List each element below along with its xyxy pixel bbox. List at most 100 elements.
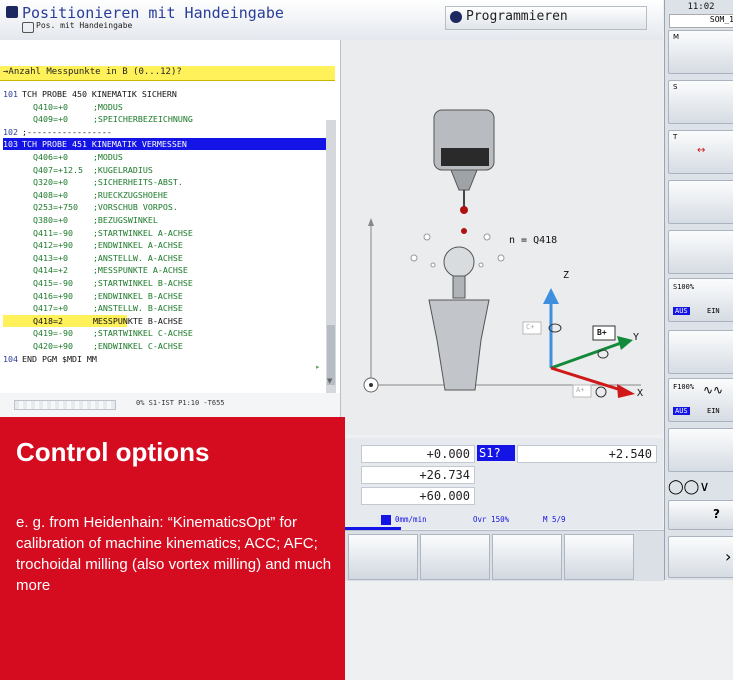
softkey-s[interactable]: S — [668, 80, 733, 124]
line-text: Q414=+2 ;MESSPUNKTE A-ACHSE — [33, 265, 188, 276]
spindle-aus: AUS — [673, 307, 690, 315]
override-value: Ovr 150% — [473, 515, 510, 524]
line-text: Q419=-90 ;STARTWINKEL C-ACHSE — [33, 328, 193, 339]
program-line[interactable]: Q253=+750 ;VORSCHUB VORPOS. — [3, 201, 178, 213]
program-line[interactable]: Q410=+0 ;MODUS — [3, 101, 123, 113]
vertical-softkeys: 11:02 SOM_1 M S T ↔ S100% AUS EIN F100% ∿… — [664, 0, 733, 580]
input-prompt-text: →Anzahl Messpunkte in B (0...12)? — [3, 67, 182, 77]
line-text: Q420=+90 ;ENDWINKEL C-ACHSE — [33, 341, 183, 351]
position-display: +0.000 S1? +2.540 +26.734 +60.000 — [341, 438, 663, 513]
programming-icon — [450, 11, 462, 23]
next-key[interactable]: › — [668, 536, 733, 578]
help-key[interactable]: ? — [668, 500, 733, 530]
axis-value-1: +0.000 — [361, 445, 475, 463]
kinematics-illustration — [363, 109, 641, 398]
input-prompt[interactable]: →Anzahl Messpunkte in B (0...12)? — [0, 66, 335, 81]
softkey-empty-2[interactable] — [668, 230, 733, 274]
line-text: Q253=+750 ;VORSCHUB VORPOS. — [33, 202, 178, 213]
status-text: 0% S1-IST P1:10 -T655 — [136, 399, 225, 407]
program-scroll-thumb[interactable] — [327, 325, 335, 385]
program-line[interactable]: Q414=+2 ;MESSPUNKTE A-ACHSE — [3, 264, 188, 276]
scroll-up-icon[interactable]: ◯◯∨ — [668, 479, 710, 495]
program-line[interactable]: Q418=2 MESSPUNKTE B-ACHSE — [3, 314, 183, 327]
softkey-h3[interactable] — [492, 534, 562, 580]
softkey-empty-3[interactable] — [668, 330, 733, 374]
card-body: e. g. from Heidenhain: “KinematicsOpt” f… — [16, 514, 332, 594]
program-line[interactable]: 104 END PGM $MDI MM — [3, 353, 97, 365]
program-line[interactable]: 103 TCH PROBE 451 KINEMATIK VERMESSEN — [3, 138, 329, 151]
line-text: Q409=+0 ;SPEICHERBEZEICHNUNG — [33, 114, 193, 125]
axis-value-2: +26.734 — [361, 466, 475, 484]
axis-z-label: Z — [563, 270, 570, 281]
n-label: n = Q418 — [509, 235, 558, 246]
line-text: Q408=+0 ;RUECKZUGSHOEHE — [33, 189, 168, 200]
a-plus-label: A+ — [576, 386, 585, 394]
line-more-icon: ▸ — [316, 363, 320, 371]
feed-value: 0mm/min — [395, 515, 427, 524]
line-text: Q415=-90 ;STARTWINKEL B-ACHSE — [33, 278, 193, 288]
spindle-override-key[interactable]: S100% AUS EIN — [668, 278, 733, 322]
program-line[interactable]: Q420=+90 ;ENDWINKEL C-ACHSE — [3, 340, 183, 352]
program-line[interactable]: Q417=+0 ;ANSTELLW. B-ACHSE — [3, 302, 183, 314]
program-line[interactable]: Q416=+90 ;ENDWINKEL B-ACHSE — [3, 290, 183, 302]
line-text: Q320=+0 ;SICHERHEITS-ABST. — [33, 177, 183, 188]
spindle-override-label: S100% — [673, 283, 695, 291]
program-line[interactable]: Q407=+12.5 ;KUGELRADIUS — [3, 164, 153, 176]
program-line[interactable]: Q408=+0 ;RUECKZUGSHOEHE — [3, 189, 168, 201]
line-text: TCH PROBE 450 KINEMATIK SICHERN — [22, 89, 177, 99]
spindle-label: S1? — [477, 445, 515, 461]
status-bar: 0% S1-IST P1:10 -T655 — [0, 393, 341, 418]
program-line[interactable]: 102 ;----------------- — [3, 126, 112, 138]
program-line[interactable]: Q412=+90 ;ENDWINKEL A-ACHSE — [3, 239, 183, 251]
program-line[interactable]: Q419=-90 ;STARTWINKEL C-ACHSE — [3, 327, 193, 339]
line-text: Q416=+90 ;ENDWINKEL B-ACHSE — [33, 290, 183, 301]
program-line[interactable]: 101 TCH PROBE 450 KINEMATIK SICHERN — [3, 88, 177, 100]
line-text: Q412=+90 ;ENDWINKEL A-ACHSE — [33, 240, 183, 251]
feed-aus: AUS — [673, 407, 690, 415]
line-text: TCH PROBE 451 KINEMATIK VERMESSEN — [22, 139, 187, 150]
card-title: Control options — [16, 437, 210, 467]
program-line[interactable]: Q413=+0 ;ANSTELLW. A-ACHSE — [3, 252, 183, 264]
program-line[interactable]: Q320=+0 ;SICHERHEITS-ABST. — [3, 176, 183, 188]
m-code-value: M 5/9 — [543, 515, 566, 524]
info-card: Control options e. g. from Heidenhain: “… — [0, 417, 345, 680]
softkey-empty-4[interactable] — [668, 428, 733, 472]
kinematics-graphic: n = Q418 Z Y X C+ B+ A+ — [341, 40, 663, 435]
spindle-value: +2.540 — [517, 445, 657, 463]
feed-override-key[interactable]: F100% ∿∿ AUS EIN — [668, 378, 733, 422]
feed-wave-icon: ∿∿ — [703, 383, 724, 397]
next-arrow-icon: › — [725, 547, 732, 566]
feed-override-label: F100% — [673, 383, 695, 391]
help-icon: ? — [713, 507, 720, 521]
softkey-h2[interactable] — [420, 534, 490, 580]
mode-title: Positionieren mit Handeingabe — [22, 4, 284, 22]
softkey-h4[interactable] — [564, 534, 634, 580]
feed-bar: 0mm/min Ovr 150% M 5/9 — [341, 513, 663, 530]
c-plus-label: C+ — [526, 323, 535, 331]
softkey-empty-1[interactable] — [668, 180, 733, 224]
som-label: SOM_1 — [669, 14, 733, 28]
tool-change-icon: ↔ — [697, 145, 706, 156]
line-number: 102 — [3, 126, 18, 137]
softkey-m[interactable]: M — [668, 30, 733, 74]
spindle-load-bar — [14, 400, 116, 410]
softkey-t[interactable]: T ↔ — [668, 130, 733, 174]
mode-icon — [6, 6, 18, 18]
line-text: Q380=+0 ;BEZUGSWINKEL — [33, 215, 158, 225]
clock: 11:02 — [687, 2, 715, 12]
scroll-keys[interactable]: ◯◯∨ — [668, 476, 733, 498]
program-line[interactable]: Q380=+0 ;BEZUGSWINKEL — [3, 214, 158, 226]
line-text: Q417=+0 ;ANSTELLW. B-ACHSE — [33, 303, 183, 314]
mode-subtitle: Pos. mit Handeingabe — [36, 21, 133, 30]
program-line[interactable]: Q409=+0 ;SPEICHERBEZEICHNUNG — [3, 113, 193, 125]
scroll-down-icon[interactable]: ▼ — [327, 377, 332, 385]
program-line[interactable]: Q406=+0 ;MODUS — [3, 151, 123, 163]
program-line[interactable]: Q411=-90 ;STARTWINKEL A-ACHSE — [3, 227, 193, 239]
mode-sub-icon — [22, 22, 34, 33]
program-line[interactable]: Q415=-90 ;STARTWINKEL B-ACHSE — [3, 277, 193, 289]
line-number: 104 — [3, 353, 18, 364]
line-text: Q410=+0 ;MODUS — [33, 101, 123, 112]
programming-tab[interactable]: Programmieren — [445, 6, 647, 30]
feed-icon — [381, 515, 391, 525]
softkey-h1[interactable] — [348, 534, 418, 580]
